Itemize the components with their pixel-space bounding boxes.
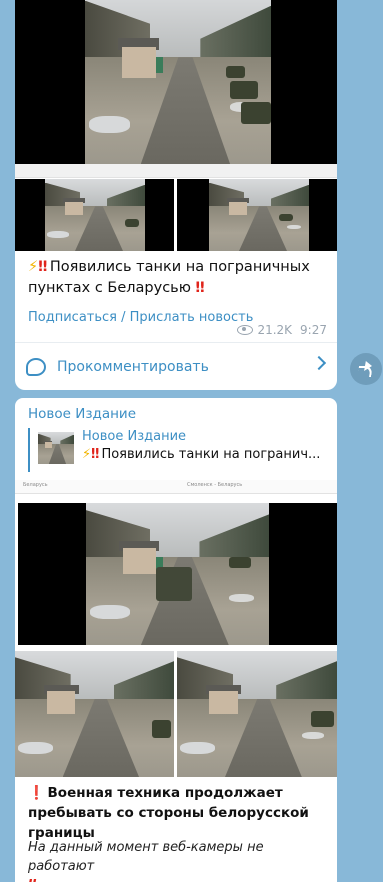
message-text: ⚡‼ Появились танки на пограничных пункта… [28,257,327,299]
share-icon [357,365,373,377]
webcam-image [85,0,271,164]
exclamation-emoji: ❗ [28,785,45,801]
video-frame-small-right[interactable] [177,179,337,251]
message-italic-text: На данный момент веб-камеры не работают [28,840,264,874]
message-links: Подписаться / Прислать новость [28,310,253,325]
send-news-link[interactable]: Прислать новость [130,310,254,325]
reply-thumbnail [38,432,74,464]
double-exclamation-emoji: ‼ [195,280,205,296]
video-frame-small-left[interactable] [15,651,174,777]
message-card-1: ⚡‼ Появились танки на пограничных пункта… [15,0,337,390]
link-separator: / [121,310,126,325]
message-body: Военная техника продолжает пребывать со … [28,785,309,841]
double-exclamation-emoji: ‼ [28,878,36,882]
camera-select-bar [15,164,337,178]
message-time: 9:27 [300,323,327,337]
reply-title: Новое Издание [82,429,187,444]
video-frame-main[interactable] [18,503,337,645]
video-frame-small-left[interactable] [15,179,174,251]
forwarded-from[interactable]: Новое Издание [28,406,136,422]
message-note: На данный момент веб-камеры не работают … [28,838,327,882]
comment-icon [26,357,46,376]
camera-select-bar: Беларусь Смоленск - Беларусь [15,480,337,494]
webcam-image [15,651,174,777]
chevron-right-icon [311,355,327,371]
video-frame-small-right[interactable] [177,651,337,777]
comment-label: Прокомментировать [57,358,209,375]
reply-text: ⚡‼ Появились танки на погранич... [82,447,321,462]
video-frame-main[interactable] [15,0,337,164]
webcam-image [86,503,269,645]
eye-icon [237,325,254,335]
double-exclamation-emoji: ‼ [38,259,47,275]
comment-button[interactable]: Прокомментировать [15,343,337,390]
message-meta: 21.2K 9:27 [237,323,327,337]
camera-select-right[interactable]: Смоленск - Беларусь [187,482,242,488]
message-card-2: Новое Издание Новое Издание ⚡‼ Появились… [15,398,337,882]
webcam-image [209,179,309,251]
subscribe-link[interactable]: Подписаться [28,310,117,325]
message-body: Появились танки на пограничных пунктах с… [28,259,310,296]
high-voltage-emoji: ⚡ [28,259,39,275]
camera-select-left[interactable]: Беларусь [23,482,48,488]
webcam-image [177,651,337,777]
reply-preview[interactable]: Новое Издание ⚡‼ Появились танки на погр… [28,428,327,472]
view-count: 21.2K [257,323,293,337]
webcam-image [45,179,145,251]
message-text: ❗ Военная техника продолжает пребывать с… [28,783,327,843]
share-button[interactable] [350,353,382,385]
